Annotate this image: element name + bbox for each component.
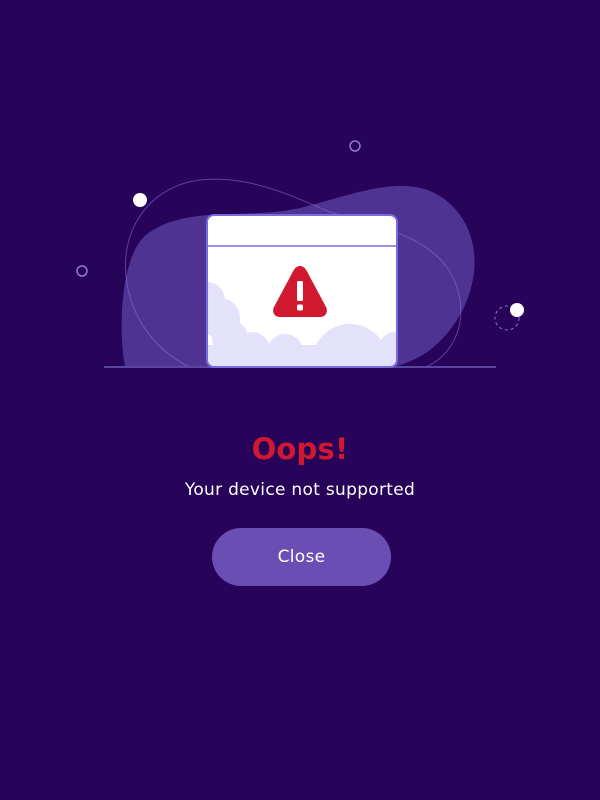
error-message: Your device not supported xyxy=(184,480,416,500)
unsupported-device-screen: Oops! Your device not supported Close xyxy=(0,0,600,800)
error-illustration xyxy=(76,140,524,368)
close-button[interactable]: Close xyxy=(212,528,391,586)
error-title: Oops! xyxy=(251,432,349,466)
dot-white-left xyxy=(133,193,147,207)
dot-white-right xyxy=(510,303,524,317)
ring-top xyxy=(349,140,361,152)
ring-left xyxy=(76,265,88,277)
